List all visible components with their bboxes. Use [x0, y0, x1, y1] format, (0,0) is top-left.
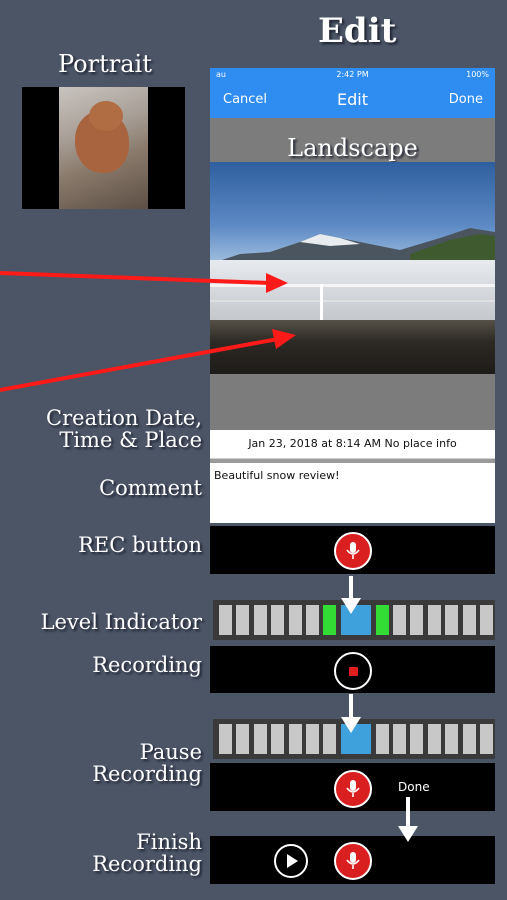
down-arrow-icon — [341, 576, 418, 842]
